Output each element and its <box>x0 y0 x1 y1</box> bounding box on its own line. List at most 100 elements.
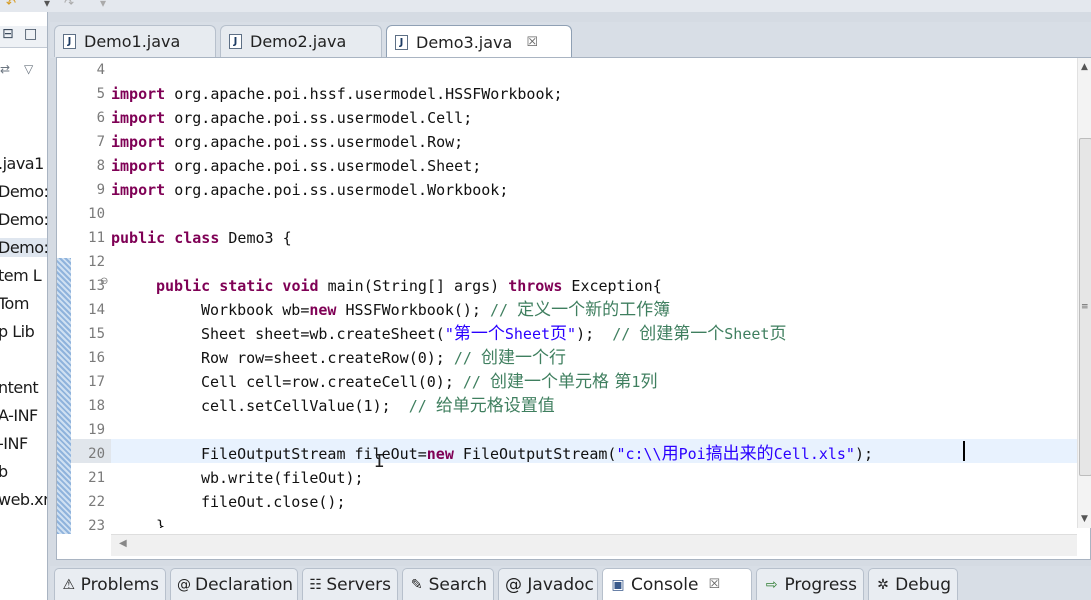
code-line: import org.apache.poi.ss.usermodel.Row; <box>111 133 464 151</box>
code-line: import org.apache.poi.ss.usermodel.Cell; <box>111 109 473 127</box>
code-line: import org.apache.poi.hssf.usermodel.HSS… <box>111 85 563 103</box>
scroll-up-icon[interactable]: ▲ <box>1081 62 1088 72</box>
horizontal-scrollbar[interactable]: ◀ ▶ <box>111 534 1077 556</box>
view-menu-icon[interactable]: ▽ <box>24 62 33 76</box>
tab-label: Debug <box>895 574 951 595</box>
tab-label: Demo3.java <box>416 33 513 52</box>
code-line: } <box>156 517 166 528</box>
tab-problems[interactable]: ⚠ Problems <box>54 568 166 600</box>
tab-javadoc[interactable]: @ Javadoc <box>498 568 598 600</box>
tab-demo1[interactable]: J Demo1.java <box>54 25 216 57</box>
line-number: 21 <box>88 470 105 486</box>
tree-item[interactable]: p Lib <box>0 322 35 341</box>
java-file-icon: J <box>395 35 408 50</box>
code-line: public class Demo3 { <box>111 229 292 247</box>
code-line: public static void main(String[] args) t… <box>156 277 662 295</box>
tab-label: Declaration <box>195 574 294 595</box>
code-line: cell.setCellValue(1); // 给单元格设置值 <box>201 396 555 416</box>
code-line: Workbook wb=new HSSFWorkbook(); // 定义一个新… <box>201 300 671 320</box>
line-number: 11 <box>88 230 105 246</box>
tab-label: Demo2.java <box>250 32 347 51</box>
main-toolbar: ↶ ▾ ↷ ▾ <box>0 0 1091 12</box>
java-file-icon: J <box>229 34 242 49</box>
debug-icon: ✲ <box>877 576 889 593</box>
line-number: 22 <box>88 494 105 510</box>
code-line: wb.write(fileOut); <box>201 469 364 487</box>
line-number: 14 <box>88 302 105 318</box>
maximize-icon[interactable]: □ <box>24 26 37 42</box>
mouse-ibeam-cursor-icon: I <box>374 451 385 472</box>
scroll-grip-icon: ≡ <box>1081 302 1089 312</box>
line-number: 19 <box>88 422 105 438</box>
vertical-scrollbar[interactable]: ▲ ≡ ▼ <box>1077 58 1091 528</box>
editor-tab-bar: J Demo1.java J Demo2.java J Demo3.java ☒ <box>50 22 1091 59</box>
tab-label: Search <box>428 574 487 595</box>
tab-label: Console <box>631 574 699 595</box>
progress-icon: ⇨ <box>765 576 778 593</box>
tree-item[interactable]: b <box>0 462 8 481</box>
line-number: 7 <box>96 134 105 150</box>
code-area[interactable]: import org.apache.poi.hssf.usermodel.HSS… <box>111 58 1081 528</box>
tab-label: Problems <box>80 574 159 595</box>
code-line: Cell cell=row.createCell(0); // 创建一个单元格 … <box>201 372 658 392</box>
tree-item[interactable]: Demo: <box>0 210 47 229</box>
scroll-left-icon[interactable]: ◀ <box>119 538 127 549</box>
tree-item[interactable]: ntent <box>0 378 39 397</box>
tree-item-selected[interactable]: Demo: <box>0 238 47 257</box>
back-arrow-icon[interactable]: ↶ <box>6 0 16 10</box>
tab-console[interactable]: ▣ Console ☒ <box>602 568 752 600</box>
back-dropdown-icon[interactable]: ▾ <box>44 0 50 10</box>
tree-item[interactable]: Demo: <box>0 182 47 201</box>
line-number: 6 <box>96 110 105 126</box>
tree-item[interactable]: -INF <box>0 434 28 453</box>
line-number: 5 <box>96 86 105 102</box>
code-line: fileOut.close(); <box>201 493 346 511</box>
tree-item[interactable]: .java1 <box>0 154 44 173</box>
line-number: 18 <box>88 398 105 414</box>
line-number: 8 <box>96 158 105 174</box>
forward-dropdown-icon[interactable]: ▾ <box>100 0 106 10</box>
minimize-icon[interactable]: ⊟ <box>2 26 14 42</box>
declaration-icon: @ <box>177 576 191 593</box>
bottom-view-tabs: ⚠ Problems @ Declaration ☷ Servers ✎ Search … <box>50 566 1091 600</box>
tree-item[interactable]: web.xr <box>0 490 47 509</box>
line-number: 23 <box>88 518 105 534</box>
close-icon[interactable]: ☒ <box>709 577 721 592</box>
tab-label: @ Javadoc <box>505 574 594 595</box>
line-number: 13 <box>88 278 105 294</box>
java-file-icon: J <box>63 34 76 49</box>
tree-item[interactable]: A-INF <box>0 406 38 425</box>
tree-item[interactable]: tem L <box>0 266 42 285</box>
line-number: 20 <box>88 446 105 462</box>
code-editor[interactable]: ⊖ 4 5 6 7 8 9 10 11 12 13 14 15 16 17 18… <box>56 57 1091 560</box>
scroll-down-icon[interactable]: ▼ <box>1081 514 1088 524</box>
package-explorer: ⊟ □ ⇄ ▽ .java1 Demo: Demo: Demo: tem L T… <box>0 12 48 600</box>
forward-arrow-icon[interactable]: ↷ <box>64 0 74 10</box>
code-line: Sheet sheet=wb.createSheet("第一个Sheet页");… <box>201 324 787 344</box>
code-line: Row row=sheet.createRow(0); // 创建一个行 <box>201 348 566 368</box>
tab-label: Progress <box>784 574 857 595</box>
tab-search[interactable]: ✎ Search <box>402 568 494 600</box>
search-icon: ✎ <box>410 576 423 593</box>
code-line-current: FileOutputStream fileOut=new FileOutputS… <box>201 444 874 464</box>
tab-label: Demo1.java <box>84 32 181 51</box>
link-editor-icon[interactable]: ⇄ <box>0 62 10 76</box>
problems-icon: ⚠ <box>62 576 76 593</box>
line-number: 10 <box>88 206 105 222</box>
line-number: 4 <box>96 62 105 78</box>
line-number-gutter: ⊖ 4 5 6 7 8 9 10 11 12 13 14 15 16 17 18… <box>57 58 111 559</box>
code-line: import org.apache.poi.ss.usermodel.Sheet… <box>111 157 482 175</box>
tab-demo3[interactable]: J Demo3.java ☒ <box>386 25 572 59</box>
close-icon[interactable]: ☒ <box>526 35 538 50</box>
text-caret <box>963 441 965 461</box>
tab-progress[interactable]: ⇨ Progress <box>756 568 864 600</box>
tab-debug[interactable]: ✲ Debug <box>868 568 958 600</box>
code-line: import org.apache.poi.ss.usermodel.Workb… <box>111 181 509 199</box>
line-number: 17 <box>88 374 105 390</box>
tab-declaration[interactable]: @ Declaration <box>170 568 298 600</box>
line-number: 16 <box>88 350 105 366</box>
tab-servers[interactable]: ☷ Servers <box>302 568 398 600</box>
tab-demo2[interactable]: J Demo2.java <box>220 25 382 57</box>
tree-item[interactable]: Tom <box>0 294 29 313</box>
tab-label: Servers <box>326 574 391 595</box>
